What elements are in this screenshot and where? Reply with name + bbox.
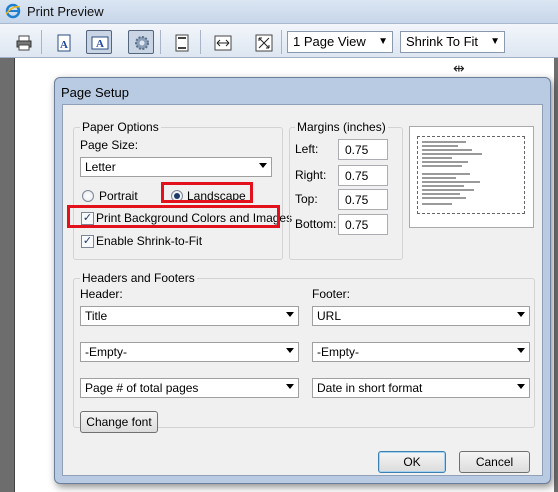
preview-line	[422, 141, 466, 143]
window-title: Print Preview	[27, 4, 104, 19]
toolbar-separator	[41, 30, 42, 54]
full-page-icon	[255, 34, 273, 52]
svg-text:A: A	[60, 39, 68, 51]
footer-select-2[interactable]: -Empty-	[312, 342, 530, 362]
chevron-down-icon: ▼	[490, 36, 500, 47]
page-preview-margins	[417, 136, 525, 214]
full-page-button[interactable]	[250, 30, 276, 54]
title-bar: Print Preview	[0, 0, 558, 24]
landscape-button[interactable]: A	[86, 30, 112, 54]
portrait-radio[interactable]	[82, 190, 94, 202]
dialog-title: Page Setup	[61, 85, 129, 100]
ie-logo-icon	[5, 3, 21, 19]
header-select-2-value: -Empty-	[85, 345, 127, 359]
bottom-margin-input[interactable]: 0.75	[338, 214, 388, 235]
toolbar: A A 1 Page View ▼ Shrink To Fit ▼	[0, 24, 558, 58]
right-margin-input[interactable]: 0.75	[338, 165, 388, 186]
chevron-down-icon	[517, 312, 525, 317]
header-select-2[interactable]: -Empty-	[80, 342, 299, 362]
margins-group: Margins (inches) Left: 0.75 Right: 0.75 …	[289, 120, 403, 260]
chevron-down-icon	[517, 348, 525, 353]
page-size-value: Letter	[85, 160, 116, 174]
footer-select-3-value: Date in short format	[317, 381, 423, 395]
shrink-to-fit-label: Enable Shrink-to-Fit	[96, 234, 203, 248]
header-select-3-value: Page # of total pages	[85, 381, 199, 395]
column-resize-icon[interactable]: ⇹	[453, 60, 465, 77]
portrait-label: Portrait	[99, 189, 138, 203]
chevron-down-icon	[286, 348, 294, 353]
right-margin-label: Right:	[295, 168, 327, 182]
headers-footers-group: Headers and Footers Header: Footer: Titl…	[73, 271, 535, 433]
landscape-icon: A	[91, 36, 109, 50]
print-preview-window: Print Preview A A 1 Page View ▼ Shrink T…	[0, 0, 558, 492]
header-select-1-value: Title	[85, 309, 108, 323]
chevron-down-icon	[259, 163, 267, 168]
print-button[interactable]	[10, 30, 36, 54]
preview-line	[422, 165, 462, 167]
toolbar-separator	[160, 30, 161, 54]
margins-label: Margins (inches)	[295, 120, 388, 134]
page-preview-thumbnail	[409, 126, 534, 228]
ok-button[interactable]: OK	[378, 451, 446, 473]
svg-text:A: A	[96, 38, 104, 50]
chevron-down-icon	[517, 384, 525, 389]
footer-label: Footer:	[312, 287, 351, 301]
shrink-select-value: Shrink To Fit	[406, 34, 479, 49]
print-icon	[16, 35, 32, 51]
chevron-down-icon	[286, 312, 294, 317]
toolbar-separator	[200, 30, 201, 54]
page-size-select[interactable]: Letter	[80, 157, 272, 177]
portrait-button[interactable]: A	[50, 30, 76, 54]
shrink-to-fit-checkbox[interactable]: ✓	[81, 235, 94, 248]
footer-select-2-value: -Empty-	[317, 345, 359, 359]
cancel-button[interactable]: Cancel	[459, 451, 530, 473]
left-margin-label: Left:	[295, 142, 319, 156]
page-size-label: Page Size:	[80, 138, 139, 152]
footer-select-1[interactable]: URL	[312, 306, 530, 326]
left-margin-input[interactable]: 0.75	[338, 139, 388, 160]
dialog-body: Paper Options Page Size: Letter Portrait…	[62, 104, 543, 476]
header-footer-icon	[175, 34, 189, 52]
portrait-icon: A	[57, 34, 71, 52]
landscape-highlight	[161, 182, 253, 203]
footer-select-3[interactable]: Date in short format	[312, 378, 530, 398]
shrink-select[interactable]: Shrink To Fit ▼	[400, 31, 505, 53]
full-width-icon	[214, 35, 232, 51]
top-margin-input[interactable]: 0.75	[338, 189, 388, 210]
preview-line	[422, 189, 474, 191]
footer-select-1-value: URL	[317, 309, 342, 323]
page-setup-dialog: Page Setup Paper Options Page Size: Lett…	[54, 77, 551, 484]
header-select-3[interactable]: Page # of total pages	[80, 378, 299, 398]
page-setup-button[interactable]	[128, 30, 154, 54]
preview-line	[422, 161, 468, 163]
preview-line	[422, 149, 472, 151]
chevron-down-icon	[286, 384, 294, 389]
header-label: Header:	[80, 287, 123, 301]
preview-line	[422, 173, 470, 175]
chevron-down-icon: ▼	[378, 36, 388, 47]
toolbar-separator	[281, 30, 282, 54]
view-select[interactable]: 1 Page View ▼	[287, 31, 393, 53]
bottom-margin-label: Bottom:	[295, 217, 337, 231]
preview-line	[422, 177, 456, 179]
headers-footers-label: Headers and Footers	[80, 271, 197, 285]
print-background-highlight	[67, 205, 280, 228]
preview-line	[422, 185, 464, 187]
paper-options-label: Paper Options	[80, 120, 161, 134]
preview-line	[422, 153, 482, 155]
preview-line	[422, 181, 480, 183]
full-width-button[interactable]	[209, 30, 235, 54]
preview-line	[422, 203, 452, 205]
header-footer-button[interactable]	[168, 30, 194, 54]
preview-line	[422, 193, 460, 195]
preview-line	[422, 197, 466, 199]
view-select-value: 1 Page View	[293, 34, 366, 49]
preview-line	[422, 145, 458, 147]
change-font-button[interactable]: Change font	[80, 411, 158, 433]
preview-line	[422, 157, 452, 159]
page-setup-gear-icon	[135, 36, 149, 50]
header-select-1[interactable]: Title	[80, 306, 299, 326]
top-margin-label: Top:	[295, 192, 318, 206]
